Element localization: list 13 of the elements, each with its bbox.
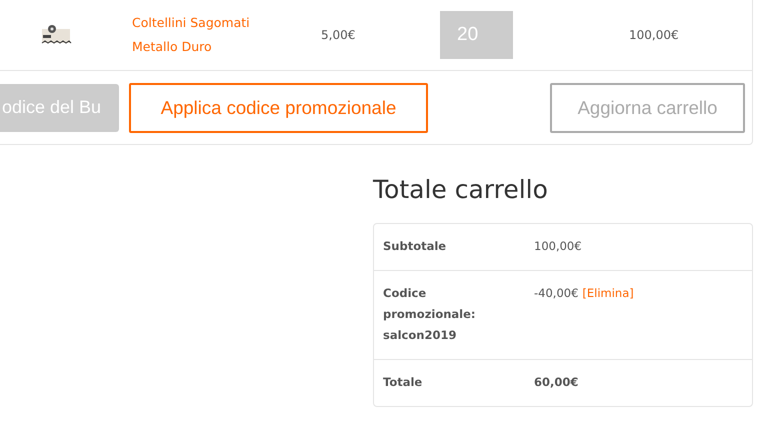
totals-label: Totale [383, 374, 424, 391]
apply-coupon-button[interactable]: Applica codice promozionale [129, 82, 428, 132]
cart-totals-title: Totale carrello [373, 175, 549, 205]
remove-coupon-link[interactable]: [Elimina] [582, 286, 634, 300]
totals-label: Subtotale [383, 238, 448, 255]
update-cart-button[interactable]: Aggiorna carrello [550, 82, 745, 132]
totals-value: 100,00€ [534, 239, 582, 253]
totals-value: -40,00€ [534, 286, 578, 300]
product-subtotal: 100,00€ [629, 28, 679, 42]
product-name-link[interactable]: Coltellini Sagomati Metallo Duro [132, 11, 321, 59]
totals-label: Codice promozionale: salcon2019 [383, 285, 477, 344]
totals-value: 60,00€ [534, 375, 578, 389]
product-price: 5,00€ [321, 28, 356, 42]
